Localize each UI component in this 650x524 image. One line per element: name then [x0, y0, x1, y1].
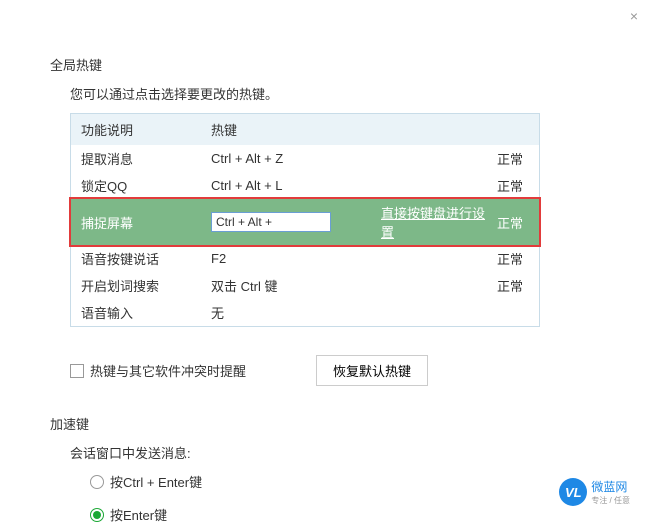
row-status: 正常	[491, 213, 529, 232]
hotkey-input[interactable]	[211, 212, 331, 232]
radio-ctrl-enter[interactable]: 按Ctrl + Enter键	[90, 472, 600, 491]
conflict-checkbox-label: 热键与其它软件冲突时提醒	[90, 361, 246, 380]
row-name: 提取消息	[81, 149, 211, 168]
hotkey-table: 功能说明 热键 提取消息 Ctrl + Alt + Z 正常 锁定QQ Ctrl…	[70, 113, 540, 327]
row-hotkey: Ctrl + Alt + Z	[211, 151, 381, 166]
hotkey-table-header: 功能说明 热键	[71, 114, 539, 145]
table-row[interactable]: 语音按键说话 F2 正常	[71, 245, 539, 272]
checkbox-icon	[70, 364, 84, 378]
row-status: 正常	[491, 276, 529, 295]
row-name: 语音输入	[81, 303, 211, 322]
accelerator-title: 加速键	[50, 414, 600, 433]
header-function: 功能说明	[81, 120, 211, 139]
global-hotkey-desc: 您可以通过点击选择要更改的热键。	[70, 84, 600, 103]
restore-default-button[interactable]: 恢复默认热键	[316, 355, 428, 386]
radio-enter[interactable]: 按Enter键	[90, 505, 600, 524]
radio-label: 按Enter键	[110, 505, 167, 524]
row-status: 正常	[491, 149, 529, 168]
row-name: 开启划词搜索	[81, 276, 211, 295]
global-hotkey-title: 全局热键	[50, 55, 600, 74]
row-hint[interactable]: 直接按键盘进行设置	[381, 203, 491, 241]
accelerator-desc: 会话窗口中发送消息:	[70, 443, 600, 462]
table-row[interactable]: 语音输入 无	[71, 299, 539, 326]
brand-logo: VL 微蓝网 专注 / 任意	[559, 478, 630, 506]
conflict-checkbox[interactable]: 热键与其它软件冲突时提醒	[70, 361, 246, 380]
row-status: 正常	[491, 249, 529, 268]
row-hotkey-input	[211, 212, 381, 232]
logo-name: 微蓝网	[591, 478, 630, 495]
logo-sub: 专注 / 任意	[591, 495, 630, 506]
row-name: 语音按键说话	[81, 249, 211, 268]
table-row[interactable]: 开启划词搜索 双击 Ctrl 键 正常	[71, 272, 539, 299]
header-hotkey: 热键	[211, 120, 381, 139]
row-name: 锁定QQ	[81, 176, 211, 195]
row-hotkey: F2	[211, 251, 381, 266]
radio-icon	[90, 475, 104, 489]
row-status: 正常	[491, 176, 529, 195]
row-hotkey: 双击 Ctrl 键	[211, 276, 381, 295]
table-row-selected[interactable]: 捕捉屏幕 直接按键盘进行设置 正常	[71, 199, 539, 245]
settings-panel: 全局热键 您可以通过点击选择要更改的热键。 功能说明 热键 提取消息 Ctrl …	[0, 0, 650, 524]
send-message-radio-group: 按Ctrl + Enter键 按Enter键	[90, 472, 600, 524]
table-row[interactable]: 提取消息 Ctrl + Alt + Z 正常	[71, 145, 539, 172]
logo-icon: VL	[559, 478, 587, 506]
row-name: 捕捉屏幕	[81, 213, 211, 232]
row-hotkey: Ctrl + Alt + L	[211, 178, 381, 193]
radio-icon	[90, 508, 104, 522]
table-row[interactable]: 锁定QQ Ctrl + Alt + L 正常	[71, 172, 539, 199]
close-icon[interactable]: ×	[630, 8, 638, 24]
radio-label: 按Ctrl + Enter键	[110, 472, 202, 491]
row-hotkey: 无	[211, 303, 381, 322]
